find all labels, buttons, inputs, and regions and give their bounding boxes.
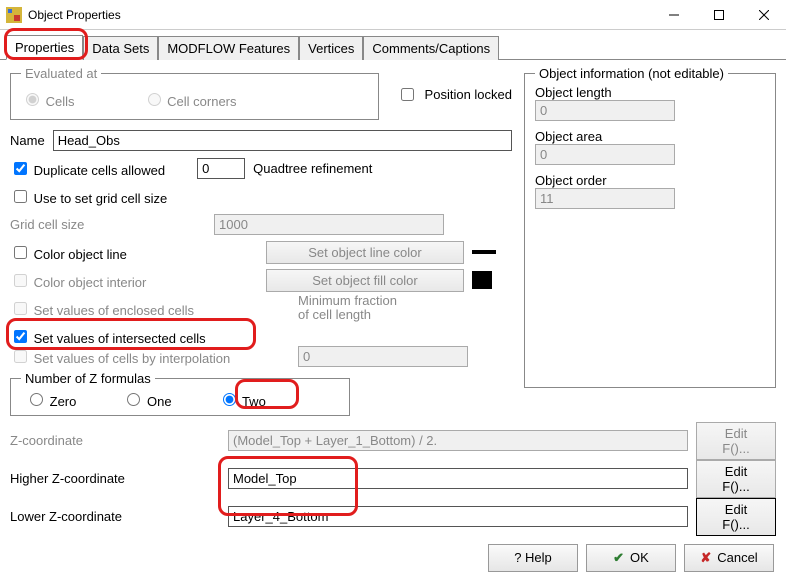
radio-two[interactable]: Two — [218, 390, 266, 409]
object-length-label: Object length — [535, 85, 765, 100]
fill-color-swatch — [472, 271, 492, 289]
checkbox-position-locked[interactable]: Position locked — [397, 80, 512, 108]
edit-f-lower-button[interactable]: Edit F()... — [696, 498, 776, 536]
object-order-input — [535, 188, 675, 209]
radio-cells: Cells — [21, 90, 75, 109]
grid-cell-size-input — [214, 214, 444, 235]
titlebar: Object Properties — [0, 0, 786, 30]
edit-f-higher-button[interactable]: Edit F()... — [696, 460, 776, 498]
radio-one[interactable]: One — [122, 390, 171, 409]
set-line-color-button[interactable]: Set object line color — [266, 241, 464, 264]
object-area-label: Object area — [535, 129, 765, 144]
grid-cell-size-label: Grid cell size — [10, 217, 206, 232]
object-order-label: Object order — [535, 173, 765, 188]
tab-bar: Properties Data Sets MODFLOW Features Ve… — [0, 30, 786, 60]
x-icon: ✘ — [700, 550, 711, 566]
radio-cell-corners: Cell corners — [143, 90, 237, 109]
tab-data-sets[interactable]: Data Sets — [83, 36, 158, 60]
lower-z-input[interactable] — [228, 506, 688, 527]
checkbox-color-line[interactable]: Color object line — [10, 243, 258, 262]
z-formulas-legend: Number of Z formulas — [21, 371, 155, 386]
z-coord-label: Z-coordinate — [10, 433, 220, 448]
tab-modflow-features[interactable]: MODFLOW Features — [158, 36, 299, 60]
ok-button[interactable]: ✔OK — [586, 544, 676, 572]
checkbox-interpolation: Set values of cells by interpolation — [10, 347, 290, 366]
object-area-input — [535, 144, 675, 165]
higher-z-label: Higher Z-coordinate — [10, 471, 220, 486]
help-button[interactable]: ? Help — [488, 544, 578, 572]
z-coord-input — [228, 430, 688, 451]
minimize-button[interactable] — [651, 0, 696, 29]
cancel-button[interactable]: ✘Cancel — [684, 544, 774, 572]
app-icon — [6, 7, 22, 23]
checkbox-intersected-cells[interactable]: Set values of intersected cells — [10, 327, 290, 346]
checkbox-enclosed-cells: Set values of enclosed cells — [10, 299, 290, 318]
edit-f-z-button: Edit F()... — [696, 422, 776, 460]
checkbox-use-grid-cell-size[interactable]: Use to set grid cell size — [10, 187, 167, 206]
z-coordinate-section: Z-coordinate Edit F()... Higher Z-coordi… — [0, 422, 786, 536]
maximize-button[interactable] — [696, 0, 741, 29]
content-area: Evaluated at Cells Cell corners Position… — [0, 60, 786, 422]
evaluated-at-group: Evaluated at Cells Cell corners — [10, 66, 379, 120]
line-color-swatch — [472, 250, 496, 254]
window-title: Object Properties — [28, 8, 121, 22]
set-fill-color-button: Set object fill color — [266, 269, 464, 292]
close-button[interactable] — [741, 0, 786, 29]
tab-properties[interactable]: Properties — [6, 35, 83, 60]
tab-vertices[interactable]: Vertices — [299, 36, 363, 60]
checkbox-duplicate-cells[interactable]: Duplicate cells allowed — [10, 159, 165, 178]
z-formulas-group: Number of Z formulas Zero One Two — [10, 371, 350, 416]
tab-comments[interactable]: Comments/Captions — [363, 36, 499, 60]
min-fraction-label: Minimum fractionof cell length — [298, 294, 397, 323]
name-label: Name — [10, 133, 45, 148]
name-input[interactable] — [53, 130, 512, 151]
lower-z-label: Lower Z-coordinate — [10, 509, 220, 524]
quadtree-label: Quadtree refinement — [253, 161, 372, 176]
object-info-legend: Object information (not editable) — [535, 66, 728, 81]
window-buttons — [651, 0, 786, 29]
evaluated-at-legend: Evaluated at — [21, 66, 101, 81]
dialog-footer: ? Help ✔OK ✘Cancel — [0, 536, 786, 580]
min-fraction-input — [298, 346, 468, 367]
check-icon: ✔ — [613, 550, 624, 566]
checkbox-color-interior: Color object interior — [10, 271, 258, 290]
higher-z-input[interactable] — [228, 468, 688, 489]
radio-zero[interactable]: Zero — [25, 390, 76, 409]
quadtree-input[interactable] — [197, 158, 245, 179]
object-info-group: Object information (not editable) Object… — [524, 66, 776, 388]
object-length-input — [535, 100, 675, 121]
